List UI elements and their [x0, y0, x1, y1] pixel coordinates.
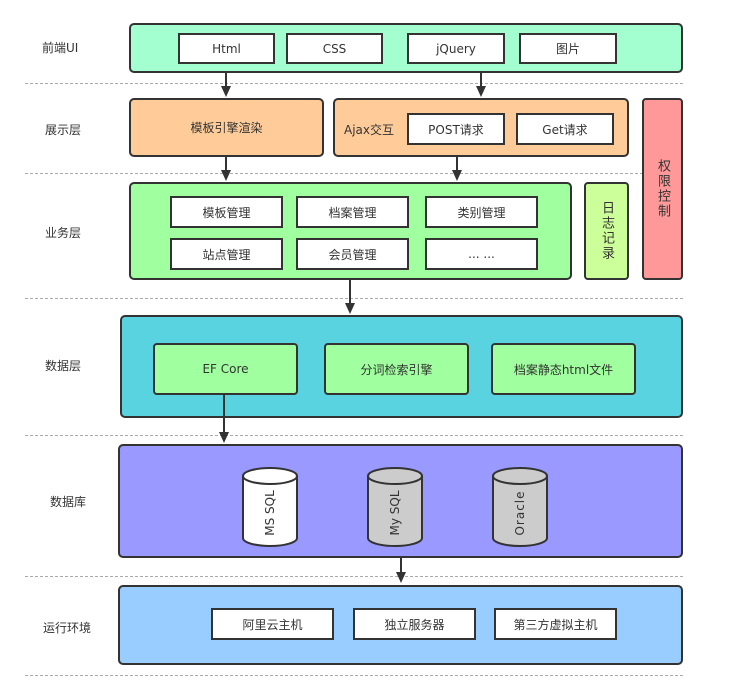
arrow-template-to-business — [221, 157, 231, 181]
layer-label-runtime: 运行环境 — [43, 621, 92, 635]
arrow-html-to-template — [221, 73, 231, 97]
runtime-container: 阿里云主机 独立服务器 第三方虚拟主机 — [118, 585, 683, 665]
database-mssql: MS SQL — [241, 466, 299, 548]
layer-label-frontend: 前端UI — [42, 41, 79, 55]
runtime-item-virtual-host: 第三方虚拟主机 — [494, 608, 617, 640]
database-label: Oracle — [513, 490, 527, 536]
separator — [25, 576, 683, 577]
arrow-jquery-to-ajax — [476, 73, 486, 97]
separator — [25, 675, 683, 676]
log-box: 日志记录 — [584, 182, 629, 280]
get-request-box: Get请求 — [516, 113, 614, 145]
log-label: 日志记录 — [599, 201, 614, 261]
database-label: MS SQL — [263, 490, 277, 536]
data-layer-container: EF Core 分词检索引擎 档案静态html文件 — [120, 315, 683, 418]
runtime-item-aliyun: 阿里云主机 — [211, 608, 334, 640]
layer-label-data: 数据层 — [45, 359, 82, 373]
layer-label-presentation: 展示层 — [45, 123, 82, 137]
separator — [25, 173, 683, 174]
frontend-item-images: 图片 — [519, 33, 617, 64]
frontend-container: Html CSS jQuery 图片 — [129, 23, 683, 73]
arrow-database-to-runtime — [396, 558, 406, 583]
database-mysql: My SQL — [366, 466, 424, 548]
frontend-item-css: CSS — [286, 33, 383, 64]
frontend-item-jquery: jQuery — [407, 33, 505, 64]
database-container: MS SQL My SQL Oracle — [118, 444, 683, 558]
separator — [25, 435, 683, 436]
business-item-category-mgmt: 类别管理 — [425, 196, 538, 228]
auth-control-label: 权限控制 — [655, 159, 670, 219]
business-container: 模板管理 档案管理 类别管理 站点管理 会员管理 ... ... — [129, 182, 572, 280]
data-item-static-html: 档案静态html文件 — [491, 343, 636, 395]
data-item-ef-core: EF Core — [153, 343, 298, 395]
layer-label-database: 数据库 — [50, 495, 87, 509]
template-engine-box: 模板引擎渲染 — [129, 98, 324, 157]
data-item-search-engine: 分词检索引擎 — [324, 343, 469, 395]
ajax-label: Ajax交互 — [344, 123, 394, 137]
separator — [25, 83, 683, 84]
business-item-member-mgmt: 会员管理 — [296, 238, 409, 270]
business-item-more: ... ... — [425, 238, 538, 270]
layer-label-business: 业务层 — [45, 226, 82, 240]
frontend-item-html: Html — [178, 33, 275, 64]
business-item-template-mgmt: 模板管理 — [170, 196, 283, 228]
ajax-container: Ajax交互 POST请求 Get请求 — [333, 98, 629, 157]
business-item-archive-mgmt: 档案管理 — [296, 196, 409, 228]
arrow-business-to-data — [345, 280, 355, 314]
runtime-item-dedicated-server: 独立服务器 — [353, 608, 476, 640]
post-request-box: POST请求 — [407, 113, 505, 145]
database-oracle: Oracle — [491, 466, 549, 548]
database-label: My SQL — [388, 490, 402, 536]
arrow-ajax-to-business — [452, 157, 462, 181]
separator — [25, 298, 683, 299]
business-item-site-mgmt: 站点管理 — [170, 238, 283, 270]
auth-control-box: 权限控制 — [642, 98, 683, 280]
